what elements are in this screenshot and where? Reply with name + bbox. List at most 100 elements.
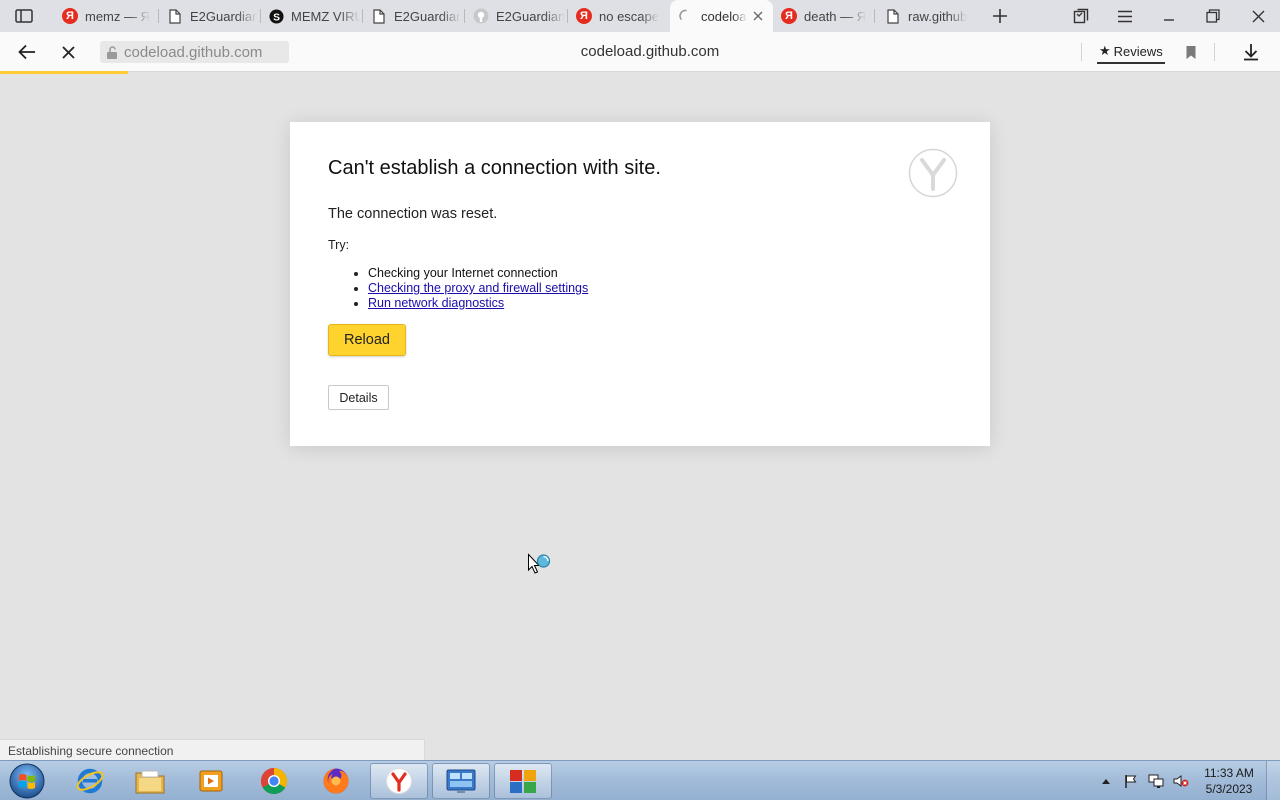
internet-explorer-icon — [76, 768, 104, 794]
action-center-button[interactable] — [1121, 771, 1141, 791]
start-button[interactable] — [8, 762, 46, 800]
system-tray — [1096, 761, 1196, 800]
lock-open-icon — [107, 45, 117, 59]
tab-death[interactable]: Я death — Я — [781, 0, 871, 32]
network-diagnostics-link[interactable]: Run network diagnostics — [368, 296, 504, 310]
tab-no-escape[interactable]: Я no escape — [576, 0, 666, 32]
show-desktop-button[interactable] — [1266, 761, 1280, 800]
tab-label: codeload — [701, 8, 747, 24]
clock-time: 11:33 AM — [1204, 766, 1254, 780]
tab-strip: Я memz — Я E2Guardian S MEMZ VIRUS E2Gua… — [0, 0, 1280, 32]
taskbar-clock[interactable]: 11:33 AM 5/3/2023 — [1196, 765, 1262, 797]
list-item: Run network diagnostics — [350, 296, 588, 311]
tab-memz-virus[interactable]: S MEMZ VIRUS — [268, 0, 360, 32]
document-icon — [887, 8, 899, 24]
proxy-firewall-link[interactable]: Checking the proxy and firewall settings — [368, 281, 588, 295]
restore-button[interactable] — [1191, 0, 1235, 32]
yandex-icon: Я — [576, 8, 592, 24]
clock-date: 5/3/2023 — [1205, 782, 1253, 796]
yandex-icon: Я — [62, 8, 78, 24]
tab-e2guardian-2[interactable]: E2Guardian — [371, 0, 461, 32]
tab-label: death — Я — [804, 8, 867, 24]
stop-loading-button[interactable] — [49, 32, 87, 72]
tab-codeload[interactable]: codeload — [670, 0, 773, 32]
suggestion-check-connection: Checking your Internet connection — [368, 266, 558, 280]
tab-memz[interactable]: Я memz — Я — [62, 0, 158, 32]
s-logo-icon: S — [268, 8, 284, 24]
page-host-title[interactable]: codeload.github.com — [450, 43, 850, 60]
avg-antivirus-icon — [510, 770, 536, 793]
flag-icon — [1125, 775, 1137, 788]
folder-icon — [135, 770, 165, 794]
taskbar-file-explorer[interactable] — [121, 763, 179, 799]
taskbar-avg-antivirus[interactable] — [494, 763, 552, 799]
tab-e2guardian-github[interactable]: E2Guardian — [473, 0, 565, 32]
bookmark-icon — [1186, 45, 1196, 59]
tab-label: E2Guardian — [190, 8, 257, 24]
hamburger-icon — [1118, 10, 1132, 22]
suggestion-list: Checking your Internet connection Checki… — [350, 266, 588, 311]
download-icon — [1244, 44, 1258, 61]
tab-label: E2Guardian — [394, 8, 461, 24]
yandex-browser-icon — [386, 768, 412, 794]
bookmark-button[interactable] — [1172, 32, 1210, 72]
url-chip-text: codeload.github.com — [124, 43, 263, 61]
back-arrow-icon — [18, 44, 35, 60]
tab-label: no escape — [599, 8, 659, 24]
star-icon: ★ — [1099, 43, 1111, 58]
close-window-button[interactable] — [1236, 0, 1280, 32]
volume-button[interactable] — [1171, 771, 1191, 791]
network-icon — [1148, 774, 1164, 788]
collections-icon — [1073, 8, 1089, 24]
status-bar: Establishing secure connection — [0, 739, 425, 760]
reviews-label: Reviews — [1113, 43, 1163, 59]
reload-button[interactable]: Reload — [328, 324, 406, 356]
sidebar-icon — [15, 9, 33, 23]
tab-label: memz — Я — [85, 8, 150, 24]
document-icon — [373, 8, 385, 24]
menu-button[interactable] — [1103, 0, 1147, 32]
taskbar-media-player[interactable] — [182, 763, 240, 799]
yandex-icon: Я — [781, 8, 797, 24]
minimize-button[interactable] — [1147, 0, 1191, 32]
yandex-browser-logo-icon — [908, 148, 958, 198]
tab-raw-github[interactable]: raw.github — [885, 0, 973, 32]
details-button[interactable]: Details — [328, 385, 389, 410]
tab-label: E2Guardian — [496, 8, 565, 24]
plus-icon — [993, 9, 1007, 23]
tab-e2guardian-1[interactable]: E2Guardian — [167, 0, 257, 32]
taskbar-control-panel[interactable] — [432, 763, 490, 799]
list-item: Checking your Internet connection — [350, 266, 588, 281]
reviews-button[interactable]: ★ Reviews — [1097, 40, 1165, 64]
downloads-button[interactable] — [1232, 32, 1270, 72]
taskbar-yandex-browser[interactable] — [370, 763, 428, 799]
chevron-up-icon — [1102, 779, 1110, 784]
control-panel-icon — [446, 769, 476, 793]
document-icon — [169, 8, 181, 24]
minimize-icon — [1164, 19, 1174, 21]
stop-icon — [61, 45, 75, 59]
taskbar-firefox[interactable] — [307, 763, 365, 799]
loading-spinner-icon — [679, 9, 687, 20]
tab-close-icon[interactable] — [753, 11, 763, 21]
url-chip[interactable]: codeload.github.com — [100, 41, 289, 63]
taskbar-internet-explorer[interactable] — [61, 763, 119, 799]
back-button[interactable] — [8, 32, 46, 72]
firefox-icon — [323, 768, 349, 794]
page-load-progress — [0, 71, 128, 74]
taskbar: 11:33 AM 5/3/2023 — [0, 760, 1280, 800]
error-subtitle: The connection was reset. — [328, 206, 498, 222]
address-bar-row: codeload.github.com codeload.github.com … — [0, 32, 1280, 72]
new-tab-button[interactable] — [978, 0, 1022, 32]
sidebar-toggle-button[interactable] — [0, 0, 48, 32]
collections-button[interactable] — [1059, 0, 1103, 32]
taskbar-chrome[interactable] — [245, 763, 303, 799]
tab-label: raw.github — [908, 8, 968, 24]
github-icon — [473, 8, 489, 24]
list-item: Checking the proxy and firewall settings — [350, 281, 588, 296]
volume-muted-icon — [1173, 775, 1189, 787]
network-status-button[interactable] — [1146, 771, 1166, 791]
tray-overflow-button[interactable] — [1096, 771, 1116, 791]
try-label: Try: — [328, 238, 350, 252]
tab-label: MEMZ VIRUS — [291, 8, 360, 24]
